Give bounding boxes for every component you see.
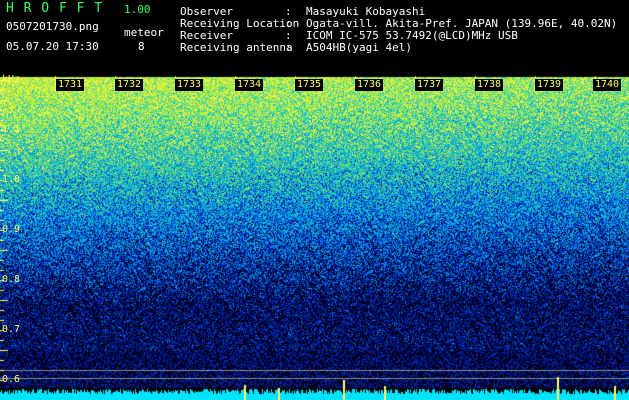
time-tick-label: 1731 — [56, 79, 85, 91]
time-tick-label: 1732 — [115, 79, 144, 91]
app-version: 1.00 — [124, 3, 151, 16]
time-tick-label: 1737 — [415, 79, 444, 91]
freq-tick-label: 0.7 — [2, 324, 21, 335]
time-tick-label: 1735 — [295, 79, 324, 91]
freq-tick-label: 0.6 — [2, 374, 21, 385]
meteor-label: meteor — [124, 26, 164, 39]
meteor-count: 8 — [138, 40, 145, 53]
datetime: 05.07.20 17:30 — [6, 40, 99, 53]
antenna-value: A504HB(yagi 4el) — [306, 41, 412, 54]
time-tick-label: 1734 — [235, 79, 264, 91]
antenna-colon: : — [285, 41, 292, 54]
time-tick-label: 1733 — [175, 79, 204, 91]
app-name: H R O F F T — [6, 1, 104, 16]
header-panel: H R O F F T 1.00 0507201730.png meteor 0… — [0, 0, 629, 76]
freq-unit-label: kHz — [2, 74, 21, 85]
freq-tick-label: 0.8 — [2, 274, 21, 285]
time-tick-label: 1740 — [593, 79, 622, 91]
freq-tick-label: 1.0 — [2, 174, 21, 185]
antenna-label: Receiving antenna — [180, 41, 293, 54]
freq-tick-label: 0.9 — [2, 224, 21, 235]
time-tick-label: 1738 — [475, 79, 504, 91]
freq-tick-label: 1.1 — [2, 124, 21, 135]
time-tick-label: 1739 — [535, 79, 564, 91]
time-tick-label: 1736 — [355, 79, 384, 91]
filename: 0507201730.png — [6, 20, 99, 33]
